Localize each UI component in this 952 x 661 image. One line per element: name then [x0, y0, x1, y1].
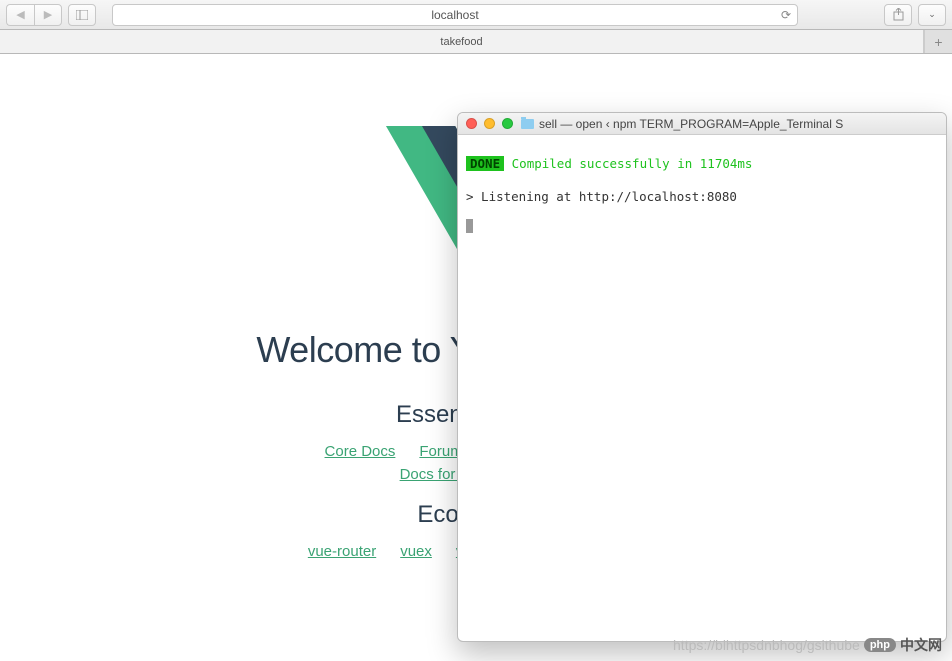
- address-bar[interactable]: localhost ⟳: [112, 4, 798, 26]
- share-icon: [893, 8, 904, 21]
- nav-arrows: ◀ ▶: [6, 4, 62, 26]
- sidebar-toggle-button[interactable]: [68, 4, 96, 26]
- toolbar-right: ⌄: [884, 4, 946, 26]
- terminal-title-text: sell — open ‹ npm TERM_PROGRAM=Apple_Ter…: [539, 117, 843, 131]
- terminal-body[interactable]: DONE Compiled successfully in 11704ms > …: [458, 135, 946, 255]
- close-window-button[interactable]: [466, 118, 477, 129]
- terminal-titlebar[interactable]: sell — open ‹ npm TERM_PROGRAM=Apple_Ter…: [458, 113, 946, 135]
- tab-bar: takefood +: [0, 30, 952, 54]
- watermark: https://blhttpsdnbhog/gsithube php 中文网: [673, 635, 942, 655]
- browser-tab[interactable]: takefood: [0, 30, 924, 53]
- reload-icon[interactable]: ⟳: [781, 8, 791, 22]
- minimize-window-button[interactable]: [484, 118, 495, 129]
- terminal-title: sell — open ‹ npm TERM_PROGRAM=Apple_Ter…: [521, 117, 938, 131]
- tab-title: takefood: [440, 36, 482, 48]
- sidebar-icon: [76, 10, 88, 20]
- link-vue-router[interactable]: vue-router: [308, 543, 376, 560]
- terminal-line-done: DONE Compiled successfully in 11704ms: [466, 153, 938, 176]
- tabs-button[interactable]: ⌄: [918, 4, 946, 26]
- terminal-line-listening: > Listening at http://localhost:8080: [466, 186, 938, 209]
- new-tab-button[interactable]: +: [924, 30, 952, 53]
- url-text: localhost: [431, 8, 478, 22]
- done-badge: DONE: [466, 156, 504, 171]
- watermark-cn: 中文网: [900, 635, 942, 655]
- back-button[interactable]: ◀: [6, 4, 34, 26]
- maximize-window-button[interactable]: [502, 118, 513, 129]
- chevron-down-icon: ⌄: [928, 9, 936, 20]
- watermark-url: https://blhttpsdnbhog/gsithube: [673, 637, 860, 653]
- share-button[interactable]: [884, 4, 912, 26]
- link-core-docs[interactable]: Core Docs: [325, 443, 396, 460]
- terminal-cursor: [466, 219, 473, 233]
- browser-toolbar: ◀ ▶ localhost ⟳ ⌄: [0, 0, 952, 30]
- terminal-window[interactable]: sell — open ‹ npm TERM_PROGRAM=Apple_Ter…: [457, 112, 947, 642]
- compiled-message: Compiled successfully in 11704ms: [512, 156, 753, 171]
- link-vuex[interactable]: vuex: [400, 543, 432, 560]
- forward-button[interactable]: ▶: [34, 4, 62, 26]
- php-badge: php: [864, 638, 896, 652]
- window-controls: [466, 118, 513, 129]
- folder-icon: [521, 119, 534, 129]
